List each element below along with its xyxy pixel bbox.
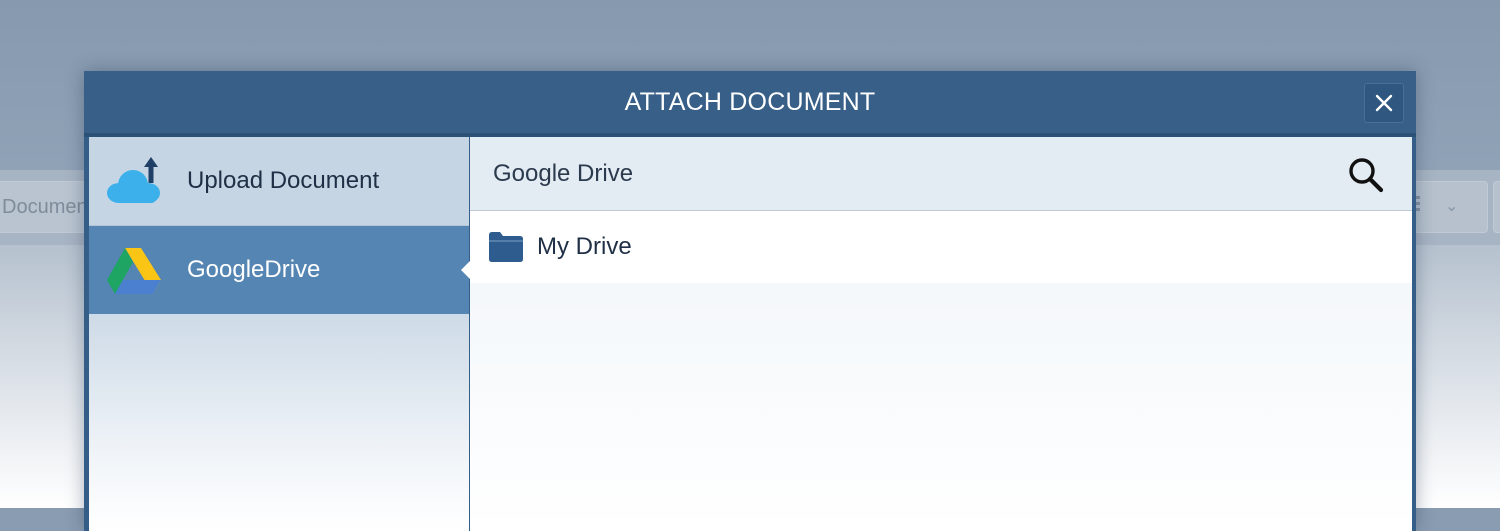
sidebar-item-label: GoogleDrive [187, 256, 321, 283]
dialog-header: ATTACH DOCUMENT [84, 71, 1416, 137]
dialog-title: ATTACH DOCUMENT [624, 88, 876, 116]
close-icon [1375, 94, 1393, 112]
sidebar-item-google-drive[interactable]: GoogleDrive [89, 226, 470, 314]
file-browser-panel: Google Drive My Drive [470, 137, 1412, 531]
active-indicator [461, 261, 470, 279]
list-item-my-drive[interactable]: My Drive [470, 211, 1412, 283]
sidebar-item-upload-document[interactable]: Upload Document [89, 137, 469, 226]
folder-icon [489, 232, 523, 262]
panel-header: Google Drive [470, 137, 1412, 211]
background-field-text: Documen [2, 196, 88, 218]
attach-document-dialog: ATTACH DOCUMENT Upload Document GoogleDr… [84, 71, 1416, 531]
file-label: My Drive [537, 233, 632, 260]
google-drive-icon [107, 248, 161, 294]
background-control [1493, 181, 1500, 233]
chevron-down-icon: ⌄ [1445, 198, 1459, 215]
sidebar-item-label: Upload Document [187, 167, 380, 194]
search-button[interactable] [1346, 155, 1386, 195]
panel-title: Google Drive [493, 160, 634, 187]
close-button[interactable] [1364, 83, 1404, 123]
cloud-upload-icon [107, 157, 160, 203]
search-icon [1349, 158, 1384, 193]
source-sidebar: Upload Document GoogleDrive [89, 137, 470, 531]
